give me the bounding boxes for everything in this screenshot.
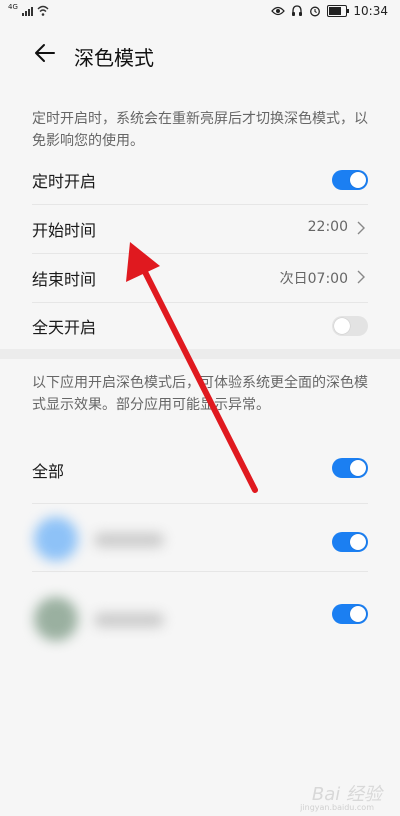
signal-icon [21, 6, 33, 16]
watermark-url: jingyan.baidu.com [300, 803, 374, 812]
start-time-label: 开始时间 [32, 221, 97, 240]
end-time-value: 次日07:00 [279, 271, 348, 287]
eye-icon [271, 6, 286, 16]
wifi-icon [37, 5, 49, 16]
section-divider [0, 349, 400, 359]
status-bar: 4G 10:34 [0, 0, 400, 26]
headphones-icon [292, 5, 303, 16]
scheduled-on-label: 定时开启 [32, 172, 97, 191]
start-time-value: 22:00 [307, 219, 348, 235]
alarm-icon [310, 6, 321, 17]
start-time-row[interactable]: 开始时间 22:00 [32, 205, 368, 254]
end-time-label: 结束时间 [32, 270, 97, 289]
apps-description: 以下应用开启深色模式后，可体验系统更全面的深色模式显示效果。部分应用可能显示异常… [32, 375, 368, 413]
all-day-label: 全天开启 [32, 318, 97, 337]
signal-label: 4G [8, 3, 18, 11]
all-day-toggle[interactable] [332, 316, 368, 336]
chevron-right-icon [357, 221, 365, 235]
arrow-left-icon[interactable] [30, 38, 60, 68]
status-bar-left: 4G [8, 3, 49, 17]
end-time-row[interactable]: 结束时间 次日07:00 [32, 254, 368, 303]
all-apps-label: 全部 [32, 462, 65, 481]
page-title: 深色模式 [74, 46, 154, 70]
all-day-row[interactable]: 全天开启 [32, 302, 368, 351]
schedule-description: 定时开启时，系统会在重新亮屏后才切换深色模式，以免影响您的使用。 [32, 111, 368, 149]
scheduled-on-toggle[interactable] [332, 170, 368, 190]
app-toggle-2[interactable] [332, 604, 368, 624]
status-bar-right: 10:34 [271, 4, 388, 18]
battery-icon [327, 5, 350, 17]
all-apps-row[interactable]: 全部 [32, 444, 368, 504]
all-apps-toggle[interactable] [332, 458, 368, 478]
app-row-2[interactable] [32, 590, 368, 646]
app-header: 深色模式 [0, 30, 400, 80]
scheduled-on-row[interactable]: 定时开启 [32, 156, 368, 205]
chevron-right-icon [357, 270, 365, 284]
status-time: 10:34 [353, 4, 388, 18]
app-row-1[interactable] [32, 516, 368, 572]
app-toggle-1[interactable] [332, 532, 368, 552]
